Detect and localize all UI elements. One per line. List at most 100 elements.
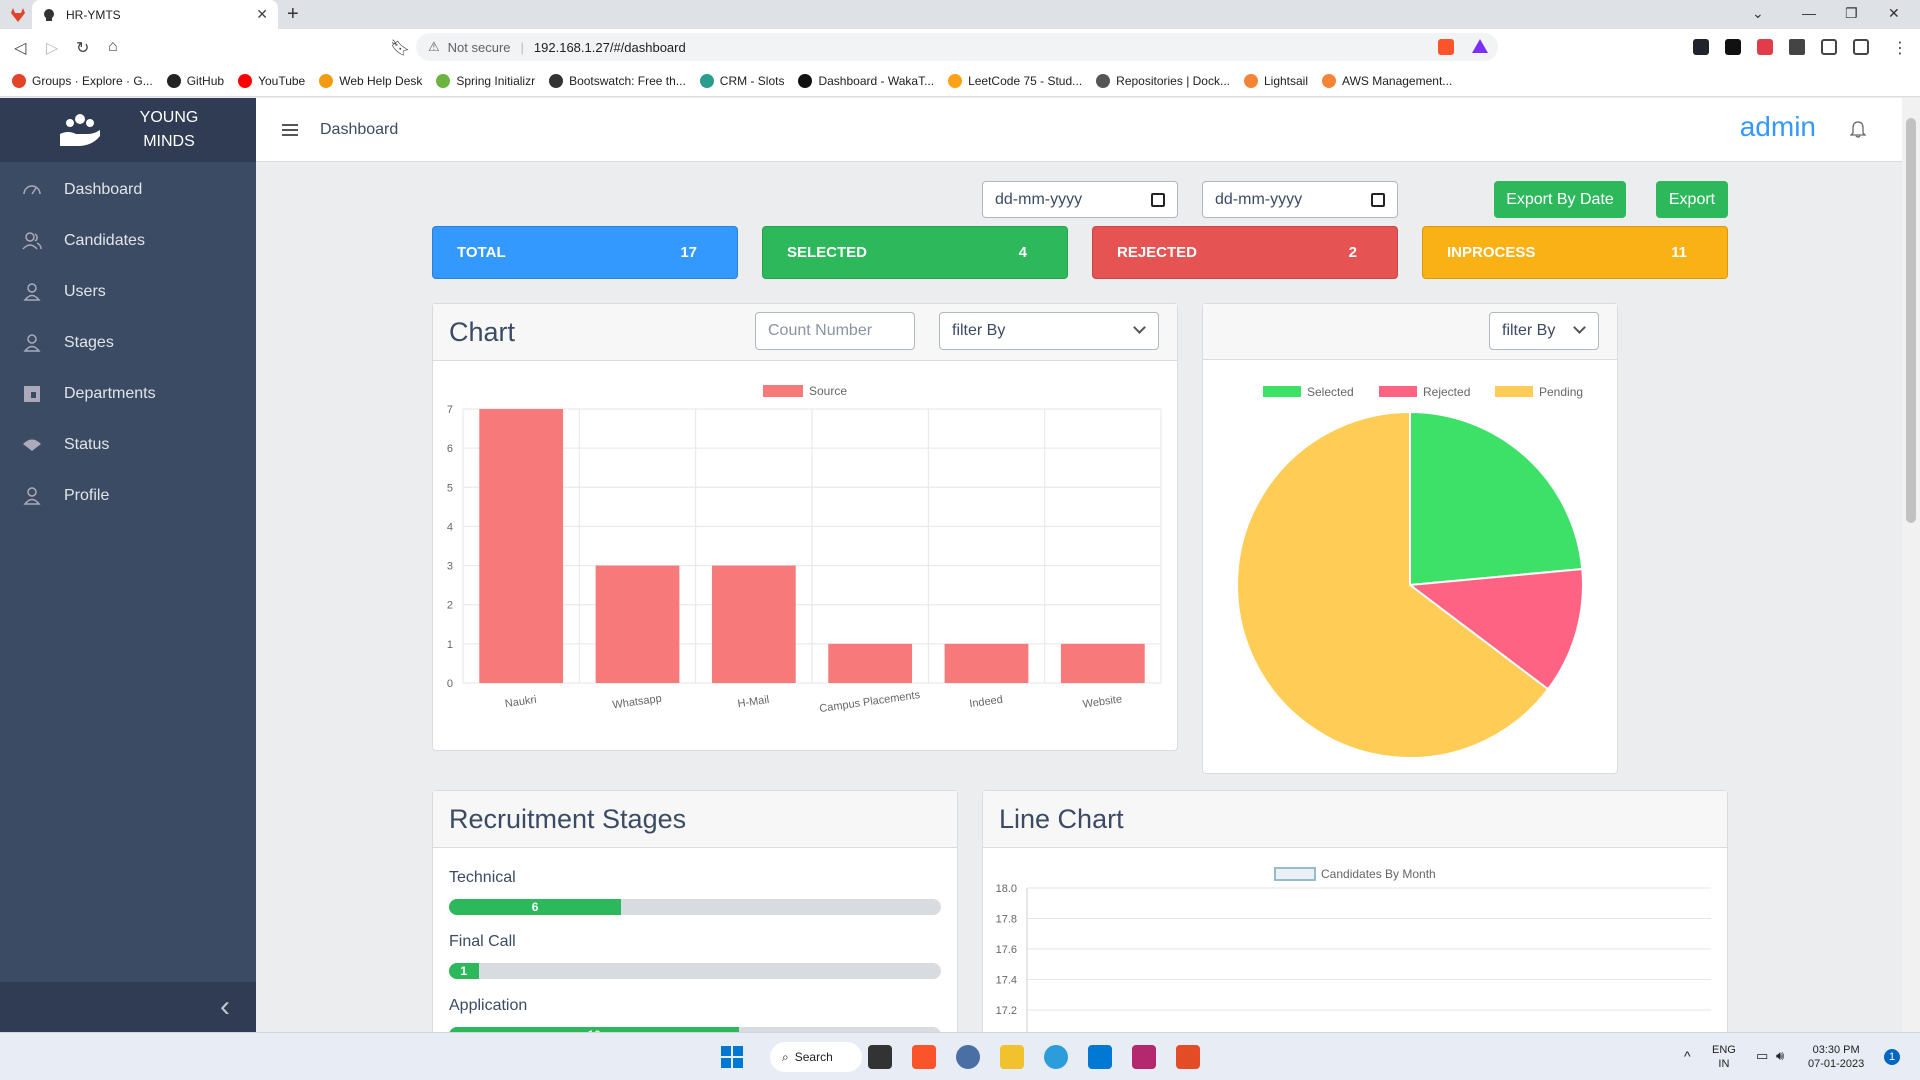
breadcrumb[interactable]: Dashboard	[320, 121, 398, 139]
brand[interactable]: YOUNG MINDS	[0, 98, 256, 162]
pie-chart: Selected Rejected Pending	[1236, 385, 1584, 759]
clock[interactable]: 03:30 PM 07-01-2023	[1808, 1043, 1864, 1071]
vscode-icon[interactable]	[1088, 1045, 1112, 1069]
bar-filter-select[interactable]: filter By	[939, 312, 1159, 350]
stage-progress-fill: 1	[449, 963, 479, 979]
notification-badge[interactable]: 1	[1884, 1049, 1900, 1065]
stat-rejected[interactable]: REJECTED 2	[1092, 226, 1398, 279]
volume-icon[interactable]: 🔊︎	[1776, 1049, 1784, 1063]
bell-icon[interactable]	[1850, 120, 1866, 138]
git-app-icon[interactable]	[1176, 1045, 1200, 1069]
bar-chart-title: Chart	[449, 316, 516, 347]
taskbar-search[interactable]: ⌕ Search	[770, 1042, 862, 1072]
scrollbar-thumb[interactable]	[1906, 118, 1916, 523]
hamburger-menu-icon[interactable]	[282, 121, 298, 139]
export-button[interactable]: Export	[1656, 181, 1728, 218]
user-name[interactable]: admin	[1740, 111, 1816, 143]
calendar-icon[interactable]	[1151, 193, 1165, 207]
intellij-icon[interactable]	[1132, 1045, 1156, 1069]
bookmark-item[interactable]: Dashboard - WakaT...	[798, 74, 934, 88]
sidebar-item-departments[interactable]: Departments	[0, 368, 256, 419]
bookmark-item[interactable]: Groups · Explore · G...	[12, 74, 153, 88]
bookmark-item[interactable]: GitHub	[166, 74, 224, 88]
omnibox[interactable]: ⚠ Not secure | 192.168.1.27/#/dashboard …	[416, 33, 1498, 61]
wallet-icon[interactable]	[1853, 39, 1869, 55]
forward-icon[interactable]: ▷	[46, 38, 58, 58]
stat-inprocess[interactable]: INPROCESS 11	[1422, 226, 1728, 279]
file-explorer-icon[interactable]	[1000, 1045, 1024, 1069]
new-tab-icon[interactable]: +	[287, 3, 299, 26]
sidepanel-icon[interactable]	[1821, 39, 1837, 55]
stat-selected[interactable]: SELECTED 4	[762, 226, 1068, 279]
bookmark-item[interactable]: Web Help Desk	[319, 74, 422, 88]
windows-start-icon[interactable]	[720, 1045, 744, 1069]
bookmark-item[interactable]: Bootswatch: Free th...	[549, 74, 686, 88]
extensions-puzzle-icon[interactable]	[1789, 39, 1805, 55]
extension-red-icon[interactable]	[1757, 39, 1773, 55]
y-tick-label: 3	[447, 561, 453, 573]
calendar-icon[interactable]	[1371, 193, 1385, 207]
bookmark-item[interactable]: YouTube	[238, 74, 305, 88]
bookmark-item[interactable]: Spring Initializr	[436, 74, 535, 88]
x-tick-label: Campus Placements	[819, 689, 922, 715]
sidebar-item-dashboard[interactable]: Dashboard	[0, 164, 256, 215]
stat-total[interactable]: TOTAL 17	[432, 226, 738, 279]
network-icon[interactable]: ▭	[1756, 1049, 1768, 1063]
pie-chart-card-header: filter By	[1203, 304, 1617, 360]
brave-rewards-icon[interactable]	[1472, 39, 1488, 53]
brave-shield-icon[interactable]	[1438, 39, 1454, 55]
count-number-input[interactable]: Count Number	[755, 312, 915, 350]
page-scrollbar[interactable]	[1902, 98, 1920, 1032]
chevron-up-icon[interactable]: ^	[1684, 1049, 1691, 1063]
close-tab-icon[interactable]: ✕	[256, 6, 268, 23]
docker-icon[interactable]	[1044, 1045, 1068, 1069]
angular-devtools-icon[interactable]	[1725, 39, 1741, 55]
menu-dots-icon[interactable]: ⋮	[1892, 38, 1908, 58]
language-indicator[interactable]: ENG IN	[1712, 1043, 1736, 1071]
pie-filter-select[interactable]: filter By	[1489, 312, 1599, 350]
home-icon[interactable]: ⌂	[108, 38, 118, 56]
line-chart-header: Line Chart	[983, 791, 1727, 848]
back-icon[interactable]: ◁	[14, 38, 26, 58]
reload-icon[interactable]: ↻	[76, 38, 89, 58]
bookmark-item[interactable]: CRM - Slots	[699, 74, 784, 88]
export-by-date-button[interactable]: Export By Date	[1494, 181, 1626, 218]
bookmark-favicon-icon	[238, 74, 253, 88]
bar-chart: Source 0 1 2 3 4 5 6 7 Naukri Whatsapp H-Mail Campus…	[447, 384, 1162, 715]
bookmark-item[interactable]: Repositories | Dock...	[1096, 74, 1230, 88]
restore-icon[interactable]: ❐	[1845, 5, 1858, 22]
sidebar-collapse-button[interactable]: ‹	[0, 982, 256, 1032]
bookmark-icon[interactable]: 🔖︎	[390, 38, 410, 58]
bookmark-label: Groups · Explore · G...	[32, 74, 153, 88]
speedometer-icon	[23, 184, 41, 194]
sidebar-item-status[interactable]: Status	[0, 419, 256, 470]
task-view-icon[interactable]	[868, 1045, 892, 1069]
chevron-down-icon[interactable]: ⌄	[1752, 5, 1764, 22]
sidebar-item-label: Profile	[64, 486, 110, 504]
omnibox-divider: |	[520, 39, 524, 55]
bookmark-item[interactable]: LeetCode 75 - Stud...	[948, 74, 1082, 88]
sidebar-item-profile[interactable]: Profile	[0, 470, 256, 521]
hands-logo-icon	[59, 114, 100, 146]
browser-tab-hr-ymts[interactable]: HR-YMTS ✕	[32, 0, 278, 29]
brave-browser-icon[interactable]	[912, 1045, 936, 1069]
date-to-input[interactable]: dd-mm-yyyy	[1202, 181, 1398, 218]
bookmark-item[interactable]: Lightsail	[1243, 74, 1308, 88]
sidebar-item-candidates[interactable]: Candidates	[0, 215, 256, 266]
minimize-icon[interactable]: —	[1802, 5, 1816, 21]
github-desktop-icon[interactable]	[956, 1045, 980, 1069]
bookmark-label: YouTube	[258, 74, 306, 88]
sidebar-item-stages[interactable]: Stages	[0, 317, 256, 368]
bookmark-item[interactable]: AWS Management...	[1322, 74, 1452, 88]
y-tick-label: 1	[447, 639, 453, 651]
sidebar-item-label: Users	[64, 282, 106, 300]
date-from-input[interactable]: dd-mm-yyyy	[982, 181, 1178, 218]
sidebar: YOUNG MINDS Dashboard Candidates Users S…	[0, 98, 256, 1032]
close-window-icon[interactable]: ✕	[1888, 5, 1900, 22]
bookmark-favicon-icon	[436, 74, 451, 88]
bar	[479, 409, 564, 683]
sidebar-item-users[interactable]: Users	[0, 266, 256, 317]
react-devtools-icon[interactable]	[1693, 39, 1709, 55]
building-icon	[24, 385, 40, 402]
user-icon	[23, 486, 41, 505]
